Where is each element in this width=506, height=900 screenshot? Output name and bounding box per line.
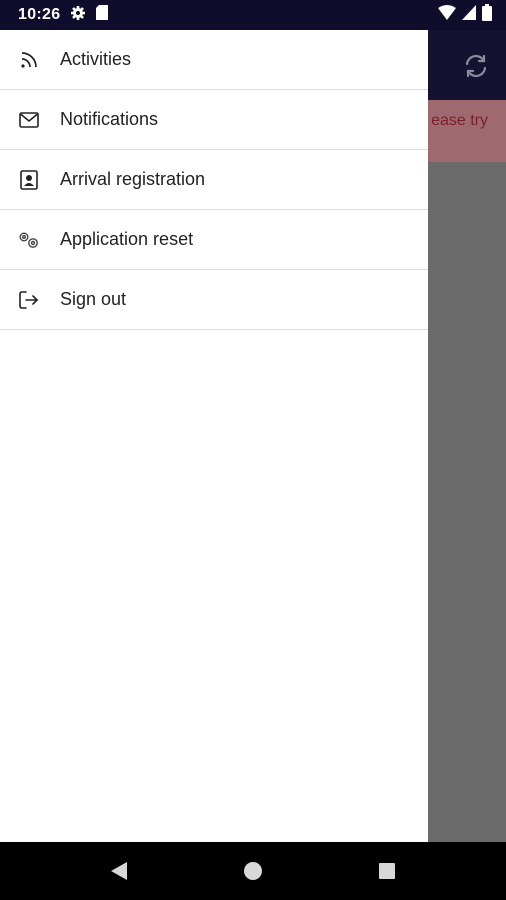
status-time: 10:26 <box>18 6 61 23</box>
menu-item-sign-out[interactable]: Sign out <box>0 270 428 330</box>
wifi-icon <box>438 5 456 25</box>
rss-icon <box>18 49 40 71</box>
navigation-drawer: Activities Notifications Arrival registr… <box>0 30 428 842</box>
menu-item-arrival-registration[interactable]: Arrival registration <box>0 150 428 210</box>
status-right <box>438 4 492 26</box>
menu-item-notifications[interactable]: Notifications <box>0 90 428 150</box>
system-nav-bar <box>0 842 506 900</box>
contact-card-icon <box>18 169 40 191</box>
refresh-icon[interactable] <box>462 52 490 80</box>
signal-icon <box>462 5 476 25</box>
recents-icon[interactable] <box>375 859 399 883</box>
gears-icon <box>18 229 40 251</box>
back-icon[interactable] <box>107 859 131 883</box>
gear-icon <box>70 5 86 26</box>
status-bar: 10:26 <box>0 0 506 30</box>
status-left: 10:26 <box>18 5 109 26</box>
battery-icon <box>482 4 492 26</box>
menu-item-label: Arrival registration <box>60 169 206 189</box>
menu-item-label: Notifications <box>60 109 159 129</box>
home-icon[interactable] <box>241 859 265 883</box>
menu-item-label: Sign out <box>60 289 127 309</box>
envelope-icon <box>18 109 40 131</box>
menu-item-application-reset[interactable]: Application reset <box>0 210 428 270</box>
menu-item-label: Activities <box>60 49 132 69</box>
sign-out-icon <box>18 289 40 311</box>
error-text: ease try <box>431 112 488 129</box>
sd-card-icon <box>96 5 109 25</box>
menu-item-label: Application reset <box>60 229 194 249</box>
drawer-scrim[interactable] <box>428 162 506 842</box>
menu-item-activities[interactable]: Activities <box>0 30 428 90</box>
